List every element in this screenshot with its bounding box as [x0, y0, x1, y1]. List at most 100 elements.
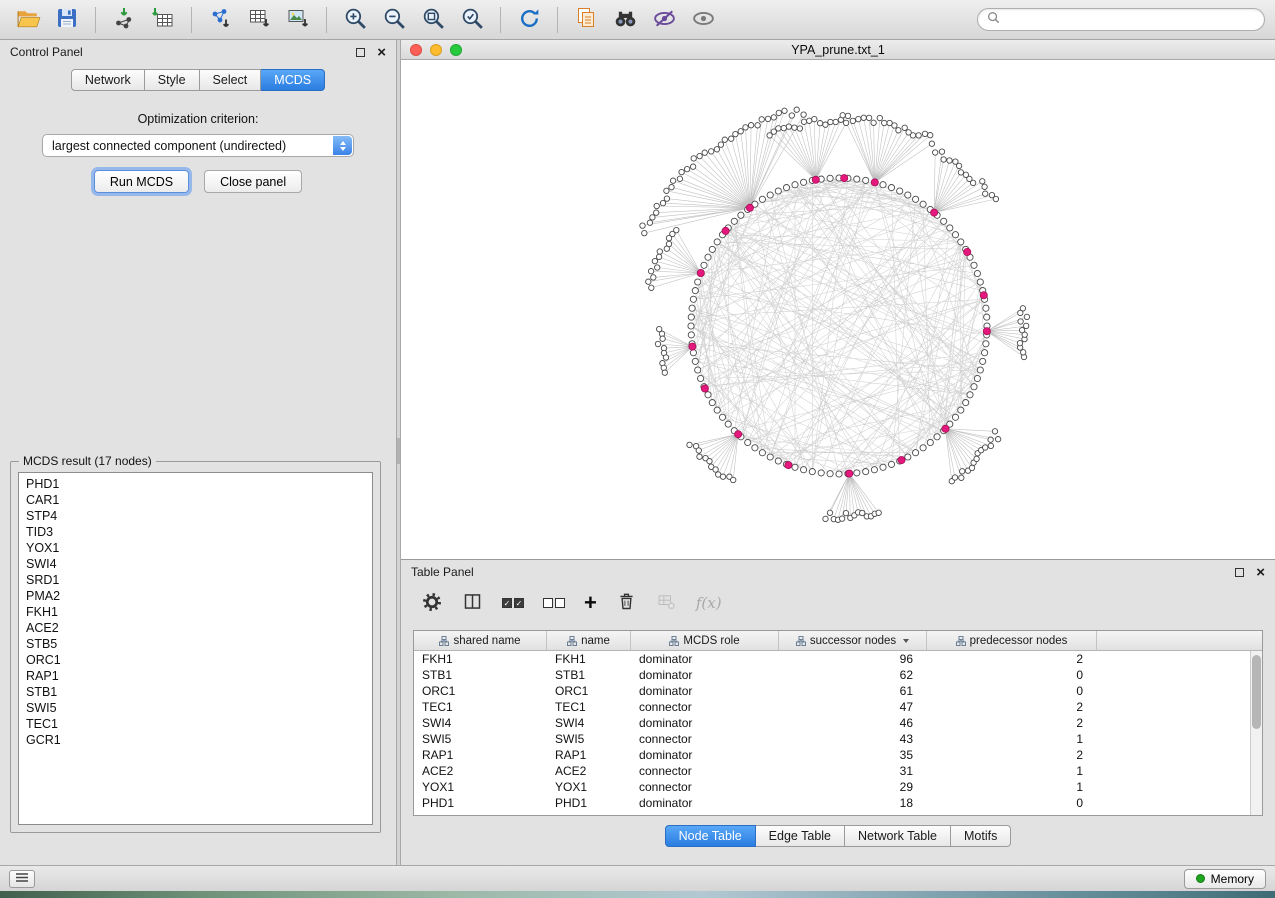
mcds-result-item[interactable]: STB1	[26, 684, 365, 700]
cell-shared-name[interactable]: ORC1	[414, 684, 547, 698]
float-panel-icon[interactable]	[1235, 568, 1244, 577]
column-header-successor-nodes[interactable]: successor nodes	[779, 631, 927, 650]
cell-MCDS-role[interactable]: dominator	[631, 748, 779, 762]
mcds-result-item[interactable]: TID3	[26, 524, 365, 540]
run-mcds-button[interactable]: Run MCDS	[94, 170, 189, 193]
column-header-name[interactable]: name	[547, 631, 631, 650]
tab-network-table[interactable]: Network Table	[845, 825, 951, 847]
network-canvas[interactable]	[401, 60, 1275, 559]
criterion-dropdown[interactable]: largest connected component (undirected)	[42, 134, 354, 157]
cell-shared-name[interactable]: TEC1	[414, 700, 547, 714]
deselect-all-button[interactable]	[543, 598, 565, 608]
cell-shared-name[interactable]: FKH1	[414, 652, 547, 666]
export-image-button[interactable]	[280, 5, 316, 35]
search-input[interactable]	[1006, 13, 1255, 27]
show-columns-button[interactable]	[462, 591, 483, 615]
close-panel-button[interactable]: Close panel	[204, 170, 302, 193]
zoom-fit-button[interactable]	[415, 5, 451, 35]
cell-shared-name[interactable]: SWI5	[414, 732, 547, 746]
delete-table-button[interactable]	[656, 591, 677, 615]
window-minimize-icon[interactable]	[430, 44, 442, 56]
cell-name[interactable]: SWI4	[547, 716, 631, 730]
save-session-button[interactable]	[49, 5, 85, 35]
mcds-result-item[interactable]: STB5	[26, 636, 365, 652]
tab-node-table[interactable]: Node Table	[665, 825, 756, 847]
mcds-result-item[interactable]: CAR1	[26, 492, 365, 508]
table-row[interactable]: YOX1YOX1connector291	[414, 779, 1250, 795]
tab-network[interactable]: Network	[71, 69, 145, 91]
window-close-icon[interactable]	[410, 44, 422, 56]
cell-predecessor-nodes[interactable]: 0	[927, 668, 1097, 682]
cell-MCDS-role[interactable]: dominator	[631, 668, 779, 682]
add-column-button[interactable]: +	[584, 592, 597, 614]
mcds-result-item[interactable]: ORC1	[26, 652, 365, 668]
mcds-result-item[interactable]: PMA2	[26, 588, 365, 604]
cell-MCDS-role[interactable]: dominator	[631, 796, 779, 810]
table-row[interactable]: RAP1RAP1dominator352	[414, 747, 1250, 763]
table-row[interactable]: PHD1PHD1dominator180	[414, 795, 1250, 811]
dropdown-stepper-icon[interactable]	[333, 136, 352, 155]
export-network-button[interactable]	[202, 5, 238, 35]
close-panel-icon[interactable]: ×	[1256, 565, 1265, 580]
cell-name[interactable]: SWI5	[547, 732, 631, 746]
cell-successor-nodes[interactable]: 62	[779, 668, 927, 682]
hide-selected-button[interactable]	[646, 5, 682, 35]
cell-name[interactable]: YOX1	[547, 780, 631, 794]
cell-shared-name[interactable]: RAP1	[414, 748, 547, 762]
table-row[interactable]: SWI4SWI4dominator462	[414, 715, 1250, 731]
mcds-result-item[interactable]: SWI5	[26, 700, 365, 716]
cell-shared-name[interactable]: PHD1	[414, 796, 547, 810]
cell-successor-nodes[interactable]: 18	[779, 796, 927, 810]
column-header-shared-name[interactable]: shared name	[414, 631, 547, 650]
open-session-button[interactable]	[10, 5, 46, 35]
mcds-result-list[interactable]: PHD1CAR1STP4TID3YOX1SWI4SRD1PMA2FKH1ACE2…	[18, 472, 373, 825]
cell-predecessor-nodes[interactable]: 2	[927, 716, 1097, 730]
close-panel-icon[interactable]: ×	[377, 45, 386, 60]
zoom-in-button[interactable]	[337, 5, 373, 35]
window-maximize-icon[interactable]	[450, 44, 462, 56]
cell-successor-nodes[interactable]: 96	[779, 652, 927, 666]
cell-successor-nodes[interactable]: 35	[779, 748, 927, 762]
cell-shared-name[interactable]: STB1	[414, 668, 547, 682]
float-panel-icon[interactable]	[356, 48, 365, 57]
cell-name[interactable]: TEC1	[547, 700, 631, 714]
find-button[interactable]	[607, 5, 643, 35]
refresh-button[interactable]	[511, 5, 547, 35]
panel-menu-button[interactable]	[9, 870, 35, 888]
cell-MCDS-role[interactable]: connector	[631, 780, 779, 794]
cell-successor-nodes[interactable]: 29	[779, 780, 927, 794]
cell-predecessor-nodes[interactable]: 1	[927, 780, 1097, 794]
cell-shared-name[interactable]: ACE2	[414, 764, 547, 778]
delete-column-button[interactable]	[616, 591, 637, 615]
cell-successor-nodes[interactable]: 46	[779, 716, 927, 730]
column-header-predecessor-nodes[interactable]: predecessor nodes	[927, 631, 1097, 650]
network-graph[interactable]	[401, 60, 1275, 559]
cell-MCDS-role[interactable]: dominator	[631, 684, 779, 698]
select-all-button[interactable]: ✓✓	[502, 598, 524, 608]
tab-style[interactable]: Style	[145, 69, 200, 91]
table-row[interactable]: TEC1TEC1connector472	[414, 699, 1250, 715]
cell-name[interactable]: PHD1	[547, 796, 631, 810]
zoom-out-button[interactable]	[376, 5, 412, 35]
cell-name[interactable]: ORC1	[547, 684, 631, 698]
mcds-result-item[interactable]: SWI4	[26, 556, 365, 572]
cell-name[interactable]: FKH1	[547, 652, 631, 666]
table-scrollbar[interactable]	[1250, 651, 1262, 815]
table-row[interactable]: ORC1ORC1dominator610	[414, 683, 1250, 699]
show-all-button[interactable]	[685, 5, 721, 35]
mcds-result-item[interactable]: YOX1	[26, 540, 365, 556]
zoom-selected-button[interactable]	[454, 5, 490, 35]
table-row[interactable]: SWI5SWI5connector431	[414, 731, 1250, 747]
tab-mcds[interactable]: MCDS	[261, 69, 325, 91]
cell-name[interactable]: ACE2	[547, 764, 631, 778]
cell-name[interactable]: STB1	[547, 668, 631, 682]
cell-MCDS-role[interactable]: dominator	[631, 652, 779, 666]
import-table-button[interactable]	[145, 5, 181, 35]
memory-button[interactable]: Memory	[1184, 869, 1266, 889]
cell-MCDS-role[interactable]: connector	[631, 732, 779, 746]
function-builder-button[interactable]: f(x)	[696, 594, 722, 612]
cell-successor-nodes[interactable]: 31	[779, 764, 927, 778]
search-box[interactable]	[977, 8, 1265, 31]
cell-MCDS-role[interactable]: connector	[631, 700, 779, 714]
cell-successor-nodes[interactable]: 61	[779, 684, 927, 698]
